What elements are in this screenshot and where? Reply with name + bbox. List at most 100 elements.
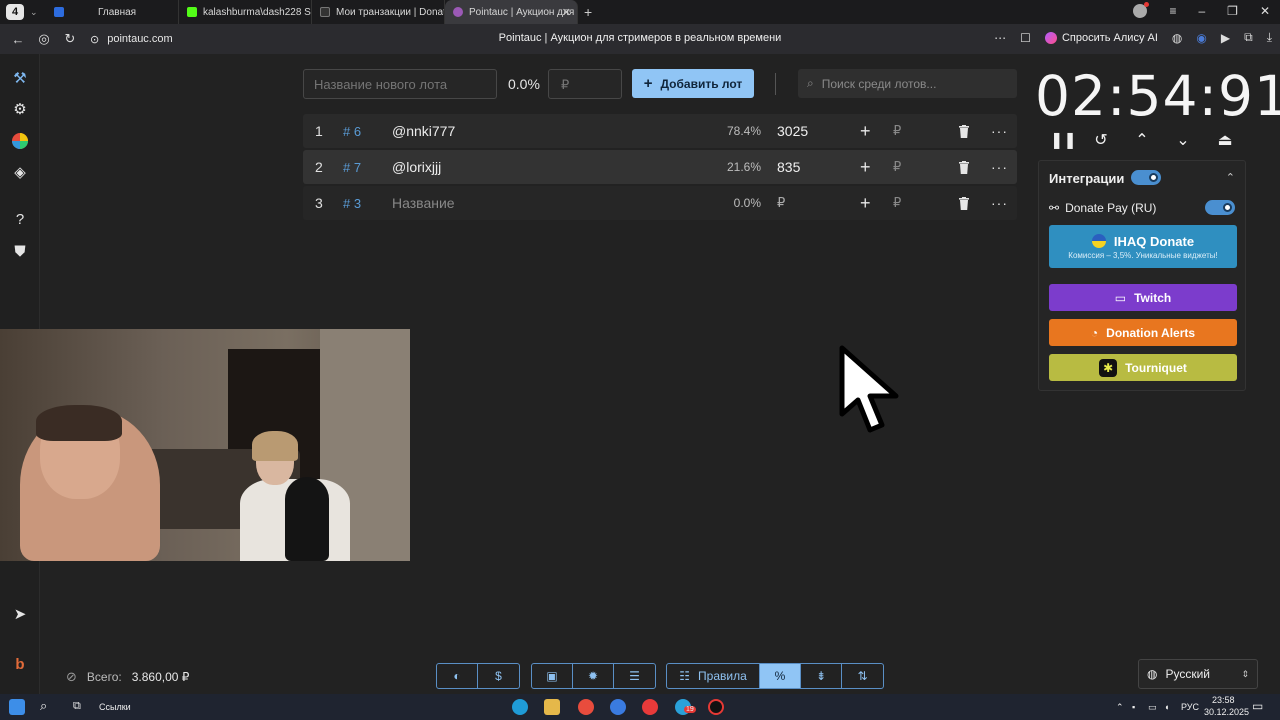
lot-currency[interactable]: ₽ <box>893 123 901 139</box>
chevron-up-icon[interactable]: ⌃ <box>1116 702 1124 713</box>
percent-toggle[interactable]: % <box>760 664 801 688</box>
volume-icon[interactable]: ◖ <box>1164 702 1169 712</box>
lot-row[interactable]: 2 # 7 @lorixjjj 21.6% 835 + ₽ ··· <box>303 150 1017 184</box>
url-field[interactable]: ⊙ pointauc.com <box>90 33 173 46</box>
lot-name[interactable]: @lorixjjj <box>392 159 441 175</box>
lot-search-input[interactable]: ⌕ Поиск среди лотов... <box>798 69 1017 98</box>
task-view-icon[interactable]: ⧉ <box>73 700 81 713</box>
yandex-browser-icon[interactable] <box>642 699 658 715</box>
plus-icon[interactable]: + <box>860 193 871 214</box>
lot-currency[interactable]: ₽ <box>893 195 901 211</box>
new-tab-icon[interactable]: + <box>584 4 592 20</box>
lot-row[interactable]: 3 # 3 Название 0.0% ₽ + ₽ ··· <box>303 186 1017 220</box>
chevron-down-icon[interactable]: ⌄ <box>1173 130 1193 150</box>
network-icon[interactable]: ▭ <box>1148 702 1157 713</box>
lot-currency[interactable]: ₽ <box>893 159 901 175</box>
plus-icon[interactable]: + <box>860 157 871 178</box>
close-icon[interactable]: ✕ <box>562 6 571 19</box>
layers-icon[interactable]: ◈ <box>8 160 32 184</box>
tab-kick[interactable]: kalashburma\dash228 Stre <box>179 0 312 24</box>
trash-icon[interactable] <box>958 196 970 210</box>
keyboard-language[interactable]: РУС <box>1181 702 1199 712</box>
twitch-button[interactable]: ▭ Twitch <box>1049 284 1237 311</box>
checkmark-app-icon[interactable] <box>610 699 626 715</box>
eye-off-icon[interactable]: ⊘ <box>66 669 77 685</box>
lot-amount[interactable]: 3025 <box>777 123 808 139</box>
telegram-icon[interactable]: ➤ <box>8 602 32 626</box>
reset-icon[interactable]: ↺ <box>1091 130 1111 150</box>
profile-avatar[interactable] <box>1133 2 1150 18</box>
site-info-icon[interactable]: ⊙ <box>90 33 99 46</box>
clear-list-icon[interactable]: ☰ <box>614 664 655 688</box>
lot-name-input[interactable] <box>303 69 497 99</box>
chevron-up-icon[interactable]: ⌃ <box>1132 130 1152 150</box>
github-icon[interactable]: ◐ <box>437 664 478 688</box>
lot-name[interactable]: @nnki777 <box>392 123 455 139</box>
eject-icon[interactable]: ⏏ <box>1215 130 1235 150</box>
notification-icon[interactable]: ▭ <box>1252 699 1263 713</box>
ihaq-donate-button[interactable]: IHAQ Donate Комиссия – 3,5%. Уникальные … <box>1049 225 1237 268</box>
windows-start-icon[interactable] <box>9 699 25 715</box>
alice-button[interactable]: Спросить Алису AI <box>1044 31 1158 44</box>
integrations-toggle[interactable] <box>1131 170 1161 185</box>
chrome-icon[interactable] <box>578 699 594 715</box>
lot-amount[interactable]: 835 <box>777 159 800 175</box>
edge-icon[interactable] <box>512 699 528 715</box>
more-icon[interactable]: ··· <box>991 123 1008 139</box>
more-icon[interactable]: ⋯ <box>994 31 1006 45</box>
collections-icon[interactable]: ⧉ <box>1244 30 1253 45</box>
bookmark-icon[interactable]: ☐ <box>1020 31 1031 45</box>
lot-row[interactable]: 1 # 6 @nnki777 78.4% 3025 + ₽ ··· <box>303 114 1017 148</box>
clock-time[interactable]: 23:58 <box>1212 695 1235 705</box>
maximize-icon[interactable]: ❐ <box>1227 4 1238 18</box>
more-icon[interactable]: ··· <box>991 195 1008 211</box>
tab-counter[interactable]: 4 <box>6 4 24 20</box>
globe-icon[interactable]: ◍ <box>1172 31 1182 45</box>
wheel-icon[interactable] <box>8 129 32 153</box>
boosty-icon[interactable]: b <box>8 652 32 676</box>
extension-icon[interactable]: ◉ <box>1196 31 1206 45</box>
trash-icon[interactable] <box>958 160 970 174</box>
back-icon[interactable]: ← <box>10 32 26 47</box>
bug-icon[interactable]: ✹ <box>573 664 614 688</box>
save-icon[interactable]: ▣ <box>532 664 573 688</box>
donation-alerts-button[interactable]: ◔ Donation Alerts <box>1049 319 1237 346</box>
close-window-icon[interactable]: ✕ <box>1260 4 1270 18</box>
help-icon[interactable]: ? <box>8 207 32 231</box>
tray-app-icon[interactable]: ▪ <box>1132 702 1135 712</box>
language-select[interactable]: ◍ Русский ⇕ <box>1138 659 1258 689</box>
pause-icon[interactable]: ❚❚ <box>1050 130 1077 150</box>
notifications-icon[interactable]: ≡ <box>1169 4 1176 18</box>
obs-icon[interactable] <box>708 699 724 715</box>
dollar-icon[interactable]: $ <box>478 664 519 688</box>
media-icon[interactable]: ▶ <box>1221 31 1230 45</box>
search-icon[interactable]: ⌕ <box>40 698 47 714</box>
compact-icon[interactable]: ⇟ <box>801 664 842 688</box>
links-toolbar[interactable]: Ссылки <box>99 702 131 712</box>
tab-home[interactable]: Главная <box>46 0 179 24</box>
tab-pointauc[interactable]: Pointauc | Аукцион для ✕ <box>445 0 578 24</box>
more-icon[interactable]: ··· <box>991 159 1008 175</box>
tourniquet-button[interactable]: ✱ Tourniquet <box>1049 354 1237 381</box>
explorer-icon[interactable] <box>544 699 560 715</box>
clock-date[interactable]: 30.12.2025 <box>1204 707 1249 717</box>
amount-input[interactable] <box>548 69 622 99</box>
lot-name[interactable]: Название <box>392 195 455 211</box>
gear-icon[interactable]: ⚙ <box>8 97 32 121</box>
reload-icon[interactable]: ↻ <box>62 31 78 47</box>
trash-icon[interactable] <box>958 124 970 138</box>
downloads-icon[interactable]: ⤓ <box>1267 30 1272 45</box>
chevron-up-icon[interactable]: ⌃ <box>1226 171 1235 184</box>
rules-button[interactable]: ☷ Правила <box>667 664 760 688</box>
chevron-down-icon[interactable]: ⌄ <box>30 7 46 18</box>
lot-amount[interactable]: ₽ <box>777 195 785 211</box>
sort-icon[interactable]: ⇅ <box>842 664 883 688</box>
plus-icon[interactable]: + <box>860 121 871 142</box>
shield-icon[interactable]: ⛊ <box>8 239 32 263</box>
auction-icon[interactable]: ⚒ <box>8 66 32 90</box>
protect-icon[interactable]: ◎ <box>36 31 52 47</box>
minimize-icon[interactable]: – <box>1198 4 1205 18</box>
add-lot-button[interactable]: + Добавить лот <box>632 69 754 98</box>
donatepay-toggle[interactable] <box>1205 200 1235 215</box>
tab-donate[interactable]: Мои транзакции | Donate <box>312 0 445 24</box>
